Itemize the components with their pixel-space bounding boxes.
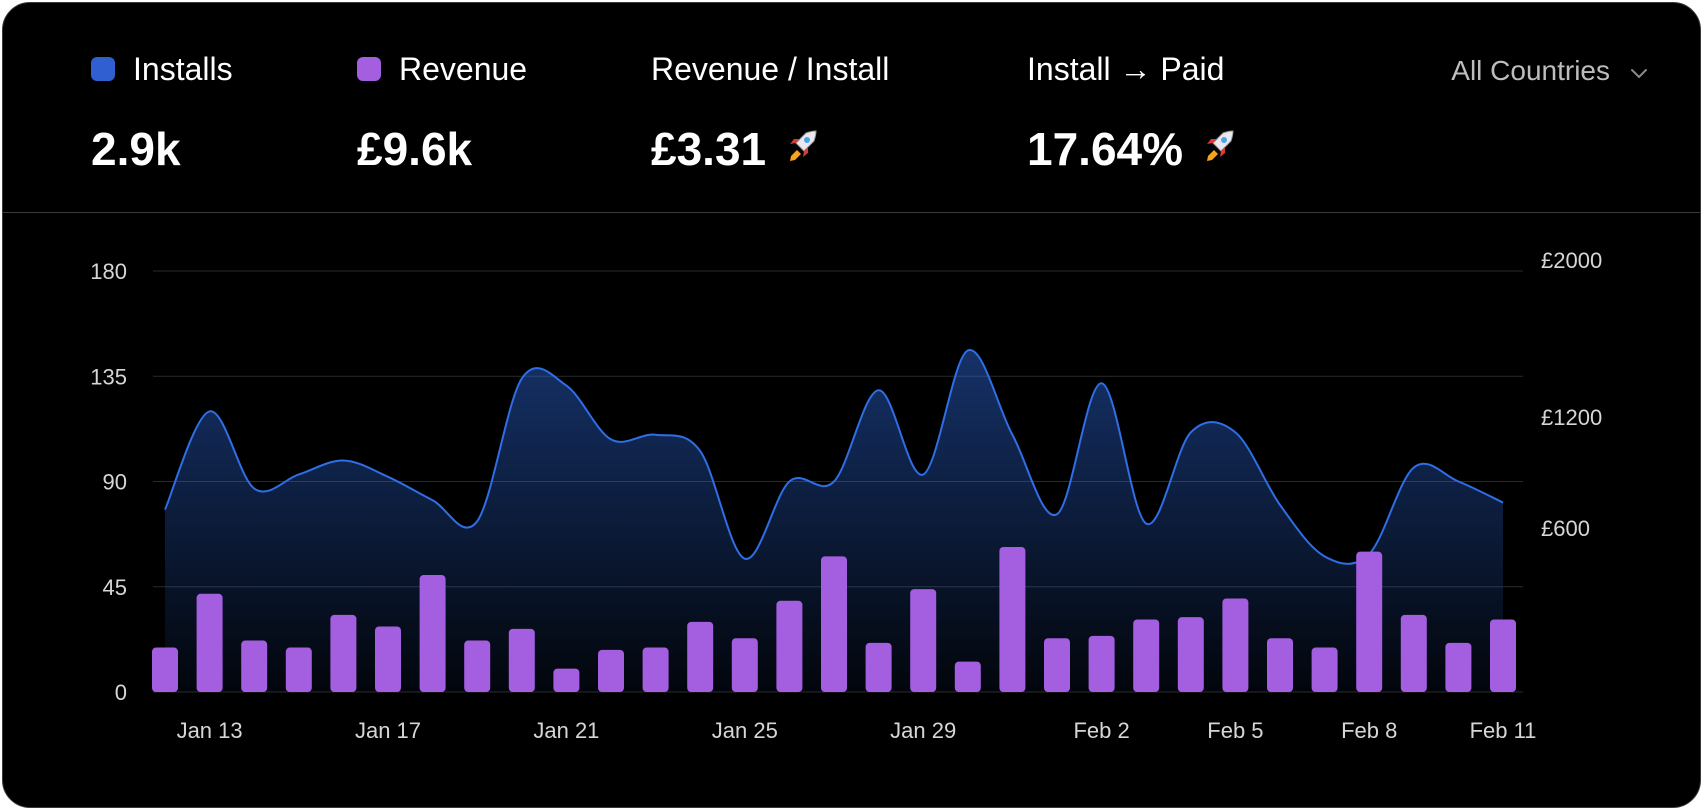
metric-label: Revenue bbox=[399, 50, 528, 87]
right-axis-tick-label: £600 bbox=[1541, 516, 1590, 541]
metric-3: Install → Paid 17.64% bbox=[1027, 49, 1237, 175]
revenue-bar bbox=[241, 640, 268, 692]
revenue-bar bbox=[152, 647, 178, 692]
y-tick-label: 180 bbox=[90, 259, 127, 284]
x-tick-label: Jan 29 bbox=[890, 718, 956, 743]
metric-0: Installs 2.9k bbox=[91, 49, 233, 175]
revenue-bar bbox=[954, 661, 981, 692]
legend-swatch bbox=[91, 57, 115, 81]
revenue-bar bbox=[910, 589, 937, 692]
revenue-bar bbox=[1133, 619, 1160, 692]
revenue-bar bbox=[330, 614, 357, 692]
revenue-bar bbox=[375, 626, 401, 692]
revenue-bar bbox=[196, 593, 223, 692]
x-tick-label: Jan 21 bbox=[533, 718, 599, 743]
metric-label-row: Revenue / Install bbox=[651, 49, 889, 89]
y-tick-label: 45 bbox=[103, 575, 127, 600]
metric-value: 17.64% bbox=[1027, 123, 1184, 175]
revenue-bar bbox=[1088, 635, 1115, 692]
revenue-bar bbox=[1044, 638, 1070, 692]
metric-label: Install → Paid bbox=[1027, 50, 1225, 87]
metric-value: 2.9k bbox=[91, 123, 181, 175]
metric-value-row: £9.6k bbox=[357, 123, 527, 175]
revenue-bar bbox=[1222, 598, 1249, 692]
y-tick-label: 0 bbox=[115, 680, 127, 705]
revenue-bar bbox=[553, 668, 580, 692]
revenue-bar bbox=[776, 600, 803, 692]
revenue-bar bbox=[598, 649, 624, 692]
revenue-bar bbox=[1490, 619, 1516, 692]
dashboard-card: Installs 2.9k Revenue £9.6k Revenue / Instal… bbox=[2, 2, 1701, 808]
rocket-icon bbox=[782, 122, 820, 176]
x-tick-label: Feb 8 bbox=[1341, 718, 1397, 743]
metric-value-row: 17.64% bbox=[1027, 123, 1237, 175]
revenue-bar bbox=[464, 640, 491, 692]
x-tick-label: Jan 17 bbox=[355, 718, 421, 743]
revenue-bar bbox=[687, 621, 714, 692]
x-tick-label: Feb 5 bbox=[1207, 718, 1263, 743]
metric-value-row: £3.31 bbox=[651, 123, 889, 175]
revenue-bar bbox=[865, 642, 892, 692]
x-tick-label: Jan 13 bbox=[177, 718, 243, 743]
right-axis-tick-label: £2000 bbox=[1541, 248, 1602, 273]
y-tick-label: 135 bbox=[90, 364, 127, 389]
country-filter-dropdown[interactable]: All Countries bbox=[1451, 55, 1648, 87]
metric-value-row: 2.9k bbox=[91, 123, 233, 175]
x-tick-label: Feb 2 bbox=[1073, 718, 1129, 743]
revenue-bar bbox=[419, 575, 446, 692]
y-tick-label: 90 bbox=[103, 470, 127, 495]
revenue-bar bbox=[999, 546, 1026, 692]
revenue-bar bbox=[731, 638, 758, 692]
metric-label-row: Revenue bbox=[357, 49, 527, 89]
right-axis-tick-label: £1200 bbox=[1541, 405, 1602, 430]
legend-swatch bbox=[357, 57, 381, 81]
revenue-bar bbox=[642, 647, 669, 692]
revenue-bar bbox=[1267, 638, 1293, 692]
revenue-bar bbox=[285, 647, 312, 692]
revenue-bar bbox=[1356, 551, 1383, 692]
chevron-down-icon bbox=[1630, 55, 1648, 87]
metric-label: Installs bbox=[133, 50, 233, 87]
rocket-icon bbox=[1199, 122, 1237, 176]
country-filter-label: All Countries bbox=[1451, 55, 1610, 86]
metric-2: Revenue / Install £3.31 bbox=[651, 49, 889, 176]
metric-value: £3.31 bbox=[651, 123, 767, 175]
metric-label-row: Install → Paid bbox=[1027, 49, 1237, 89]
revenue-bar bbox=[508, 628, 535, 692]
revenue-bar bbox=[1445, 642, 1472, 692]
metric-label-row: Installs bbox=[91, 49, 233, 89]
installs-revenue-chart: 0 45 90 135 180 £600 £1200 £2000 Jan 13 Jan 17 Jan… bbox=[90, 248, 1602, 743]
metric-label: Revenue / Install bbox=[651, 50, 890, 87]
x-tick-label: Feb 11 bbox=[1470, 718, 1537, 743]
revenue-bar bbox=[821, 556, 847, 692]
x-tick-label: Jan 25 bbox=[712, 718, 778, 743]
revenue-bar bbox=[1311, 647, 1338, 692]
metric-value: £9.6k bbox=[357, 123, 473, 175]
revenue-bar bbox=[1177, 617, 1204, 692]
metric-1: Revenue £9.6k bbox=[357, 49, 527, 175]
revenue-bar bbox=[1400, 614, 1427, 692]
